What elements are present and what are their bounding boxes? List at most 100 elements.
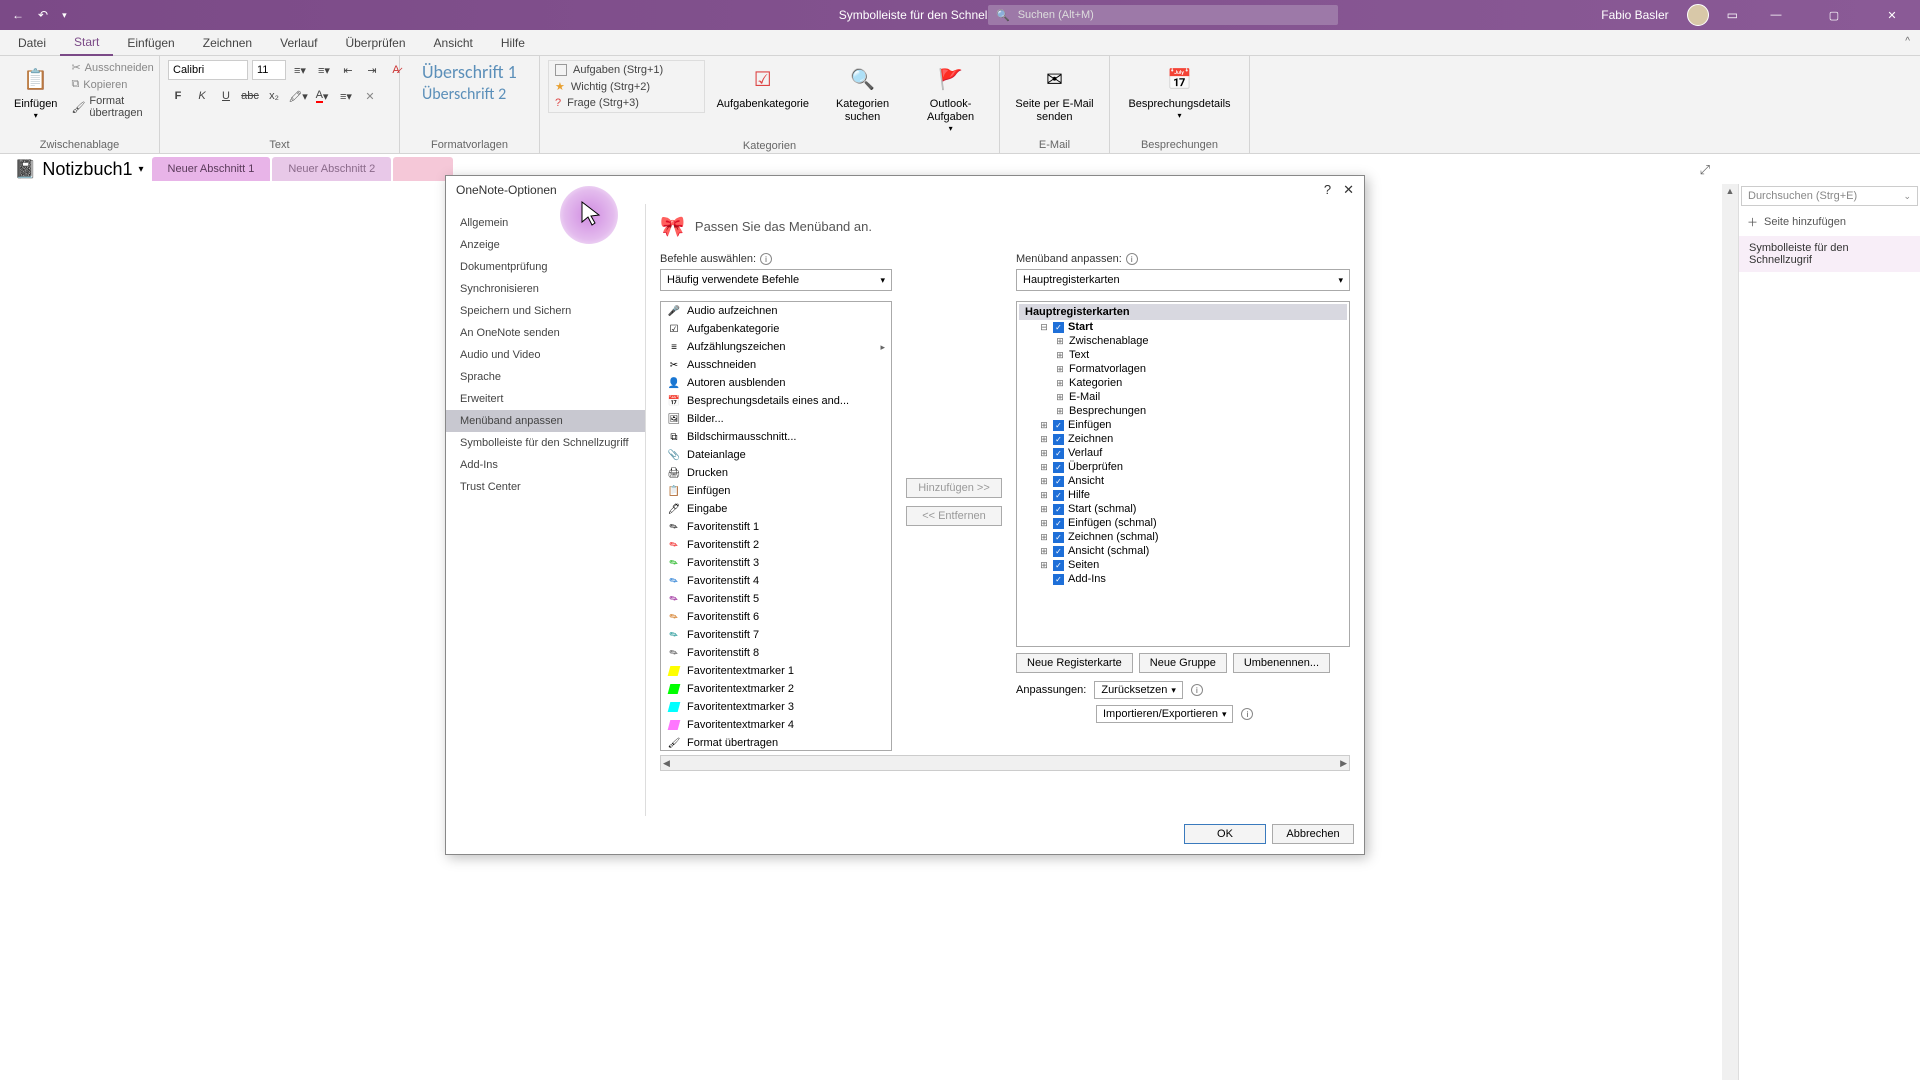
rename-button[interactable]: Umbenennen...: [1233, 653, 1330, 673]
outlook-tasks-button[interactable]: 🚩Outlook-Aufgaben ▾: [910, 60, 991, 138]
tag-important[interactable]: ★Wichtig (Strg+2): [551, 79, 702, 94]
nav-item[interactable]: Synchronisieren: [446, 278, 645, 300]
fullscreen-icon[interactable]: ⤢: [1700, 162, 1710, 178]
command-item[interactable]: ✎Favoritenstift 5: [661, 590, 891, 608]
info-icon[interactable]: i: [1241, 708, 1253, 720]
command-item[interactable]: ✎Favoritenstift 1: [661, 518, 891, 536]
new-group-button[interactable]: Neue Gruppe: [1139, 653, 1227, 673]
meeting-details-button[interactable]: 📅Besprechungsdetails▾: [1122, 60, 1236, 125]
command-item[interactable]: ✎Favoritenstift 7: [661, 626, 891, 644]
commands-combo[interactable]: Häufig verwendete Befehle▾: [660, 269, 892, 291]
page-search[interactable]: Durchsuchen (Strg+E)⌄: [1741, 186, 1918, 206]
tag-tasks[interactable]: Aufgaben (Strg+1): [551, 63, 702, 77]
command-item[interactable]: 📋Einfügen: [661, 482, 891, 500]
numbering-icon[interactable]: ≡▾: [314, 60, 334, 80]
nav-item[interactable]: Add-Ins: [446, 454, 645, 476]
ribbon-display-icon[interactable]: ▭: [1727, 8, 1738, 22]
style-heading-1[interactable]: Überschrift 1: [408, 60, 531, 84]
dialog-titlebar[interactable]: OneNote-Optionen ? ✕: [446, 176, 1364, 204]
tree-tab-item[interactable]: ⊞✓Hilfe: [1019, 488, 1347, 502]
collapse-ribbon-icon[interactable]: ^: [1905, 36, 1910, 47]
command-item[interactable]: ✎Favoritenstift 2: [661, 536, 891, 554]
italic-button[interactable]: K: [192, 86, 212, 106]
tab-datei[interactable]: Datei: [4, 30, 60, 56]
command-item[interactable]: 📎Dateianlage: [661, 446, 891, 464]
tab-start[interactable]: Start: [60, 30, 113, 56]
info-icon[interactable]: i: [1191, 684, 1203, 696]
bullets-icon[interactable]: ≡▾: [290, 60, 310, 80]
nav-item[interactable]: Anzeige: [446, 234, 645, 256]
command-item[interactable]: ✎Favoritenstift 8: [661, 644, 891, 662]
nav-item[interactable]: Erweitert: [446, 388, 645, 410]
tree-tab-item[interactable]: ⊞✓Zeichnen: [1019, 432, 1347, 446]
cut-button[interactable]: ✂Ausschneiden: [69, 60, 155, 75]
tree-tab-item[interactable]: ⊞✓Einfügen: [1019, 418, 1347, 432]
format-painter-button[interactable]: 🖌Format übertragen: [69, 94, 155, 120]
tree-tab-item[interactable]: ⊞✓Zeichnen (schmal): [1019, 530, 1347, 544]
task-category-button[interactable]: ☑Aufgabenkategorie: [711, 60, 815, 115]
nav-item[interactable]: An OneNote senden: [446, 322, 645, 344]
command-item[interactable]: Favoritentextmarker 4: [661, 716, 891, 734]
search-box[interactable]: 🔍 Suchen (Alt+M): [988, 5, 1338, 25]
info-icon[interactable]: i: [1126, 253, 1138, 265]
tree-tab-item[interactable]: ⊞✓Einfügen (schmal): [1019, 516, 1347, 530]
font-color-button[interactable]: A▾: [312, 86, 332, 106]
tree-tab-item[interactable]: ⊞✓Seiten: [1019, 558, 1347, 572]
nav-item[interactable]: Symbolleiste für den Schnellzugriff: [446, 432, 645, 454]
tab-zeichnen[interactable]: Zeichnen: [189, 30, 266, 56]
tree-tab-item[interactable]: ✓Add-Ins: [1019, 572, 1347, 586]
command-item[interactable]: 🖊Eingabe: [661, 500, 891, 518]
minimize-button[interactable]: —: [1756, 0, 1796, 30]
command-item[interactable]: 🖼Bilder...: [661, 410, 891, 428]
tree-group-item[interactable]: ⊞E-Mail: [1019, 390, 1347, 404]
command-item[interactable]: ⧉Bildschirmausschnitt...: [661, 428, 891, 446]
cancel-button[interactable]: Abbrechen: [1272, 824, 1354, 844]
tab-ueberpruefen[interactable]: Überprüfen: [331, 30, 419, 56]
strike-button[interactable]: abc: [240, 86, 260, 106]
command-item[interactable]: 🖨Drucken: [661, 464, 891, 482]
new-tab-button[interactable]: Neue Registerkarte: [1016, 653, 1133, 673]
page-list-item[interactable]: Symbolleiste für den Schnellzugrif: [1739, 236, 1920, 272]
dialog-close-button[interactable]: ✕: [1343, 182, 1354, 198]
tag-question[interactable]: ?Frage (Strg+3): [551, 96, 702, 110]
user-name[interactable]: Fabio Basler: [1601, 8, 1668, 22]
add-page-button[interactable]: ＋Seite hinzufügen: [1739, 208, 1920, 236]
nav-item[interactable]: Audio und Video: [446, 344, 645, 366]
nav-item[interactable]: Speichern und Sichern: [446, 300, 645, 322]
tree-group-item[interactable]: ⊞Formatvorlagen: [1019, 362, 1347, 376]
ribbon-tree[interactable]: Hauptregisterkarten⊟✓Start⊞Zwischenablag…: [1016, 301, 1350, 647]
command-item[interactable]: ✎Favoritenstift 4: [661, 572, 891, 590]
qat-dropdown-icon[interactable]: ▾: [62, 10, 67, 21]
customize-combo[interactable]: Hauptregisterkarten▾: [1016, 269, 1350, 291]
ok-button[interactable]: OK: [1184, 824, 1266, 844]
tree-tab-item[interactable]: ⊞✓Start (schmal): [1019, 502, 1347, 516]
tree-group-item[interactable]: ⊞Zwischenablage: [1019, 334, 1347, 348]
close-button[interactable]: ✕: [1872, 0, 1912, 30]
highlight-button[interactable]: 🖍▾: [288, 86, 308, 106]
command-item[interactable]: 🎤Audio aufzeichnen: [661, 302, 891, 320]
email-page-button[interactable]: ✉Seite per E-Mail senden: [1008, 60, 1101, 128]
nav-item[interactable]: Trust Center: [446, 476, 645, 498]
outdent-icon[interactable]: ⇤: [338, 60, 358, 80]
tree-group-item[interactable]: ⊞Besprechungen: [1019, 404, 1347, 418]
tab-hilfe[interactable]: Hilfe: [487, 30, 539, 56]
tab-ansicht[interactable]: Ansicht: [420, 30, 487, 56]
find-categories-button[interactable]: 🔍Kategorien suchen: [821, 60, 904, 128]
reset-combo[interactable]: Zurücksetzen▾: [1094, 681, 1183, 699]
subscript-button[interactable]: x₂: [264, 86, 284, 106]
command-item[interactable]: 📅Besprechungsdetails eines and...: [661, 392, 891, 410]
avatar[interactable]: [1687, 4, 1709, 26]
command-item[interactable]: ✂Ausschneiden: [661, 356, 891, 374]
command-item[interactable]: ✎Favoritenstift 6: [661, 608, 891, 626]
paste-button[interactable]: 📋 Einfügen ▾: [8, 60, 63, 125]
tree-group-item[interactable]: ⊞Kategorien: [1019, 376, 1347, 390]
tree-tab-item[interactable]: ⊞✓Verlauf: [1019, 446, 1347, 460]
tab-verlauf[interactable]: Verlauf: [266, 30, 331, 56]
command-item[interactable]: ☑Aufgabenkategorie: [661, 320, 891, 338]
remove-command-button[interactable]: << Entfernen: [906, 506, 1002, 526]
bold-button[interactable]: F: [168, 86, 188, 106]
help-button[interactable]: ?: [1324, 182, 1331, 198]
content-scrollbar[interactable]: ▲: [1722, 184, 1738, 1080]
info-icon[interactable]: i: [760, 253, 772, 265]
delete-button[interactable]: ✕: [360, 86, 380, 106]
